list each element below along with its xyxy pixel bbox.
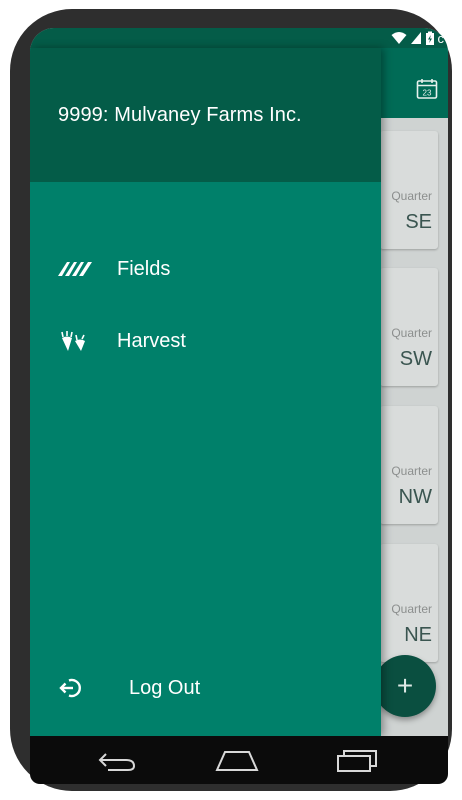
field-card[interactable]: Quarter SE (380, 131, 438, 249)
fields-icon (58, 258, 92, 280)
nav-item-label: Fields (117, 257, 171, 280)
recent-apps-icon[interactable] (334, 748, 380, 772)
system-nav-bar (30, 736, 448, 784)
nav-item-fields[interactable]: Fields (30, 247, 381, 291)
field-card[interactable]: Quarter NE (380, 544, 438, 662)
home-icon[interactable] (214, 748, 260, 772)
plus-icon: + (396, 670, 414, 701)
navigation-drawer: 9999: Mulvaney Farms Inc. Fields Harvest… (30, 48, 381, 736)
card-value: SE (405, 211, 432, 233)
nav-item-harvest[interactable]: Harvest (30, 319, 381, 363)
back-icon[interactable] (94, 748, 140, 772)
card-value: NW (398, 486, 432, 508)
account-name: 9999: Mulvaney Farms Inc. (58, 104, 302, 126)
screen: c 23 Quarter SE Quarter SW Quarter NW Qu… (30, 28, 448, 736)
card-value: NE (404, 624, 432, 646)
card-label: Quarter (391, 189, 432, 203)
logout-label: Log Out (129, 676, 201, 699)
card-label: Quarter (391, 326, 432, 340)
battery-charging-icon (425, 31, 434, 45)
card-value: SW (399, 348, 432, 370)
status-icons: c (391, 28, 445, 48)
harvest-icon (58, 330, 92, 352)
card-label: Quarter (391, 464, 432, 478)
wifi-icon (391, 32, 406, 44)
signal-icon (410, 32, 421, 44)
calendar-day: 23 (423, 89, 432, 98)
logout-button[interactable]: Log Out (30, 666, 381, 710)
field-card[interactable]: Quarter SW (380, 268, 438, 386)
logout-icon (58, 677, 92, 699)
card-label: Quarter (391, 602, 432, 616)
add-button[interactable]: + (374, 655, 436, 717)
nav-item-label: Harvest (117, 329, 186, 352)
field-card[interactable]: Quarter NW (380, 406, 438, 524)
drawer-header: 9999: Mulvaney Farms Inc. (30, 48, 381, 182)
calendar-icon[interactable]: 23 (416, 78, 438, 100)
battery-text: c (437, 30, 445, 46)
status-bar: c (30, 28, 448, 48)
